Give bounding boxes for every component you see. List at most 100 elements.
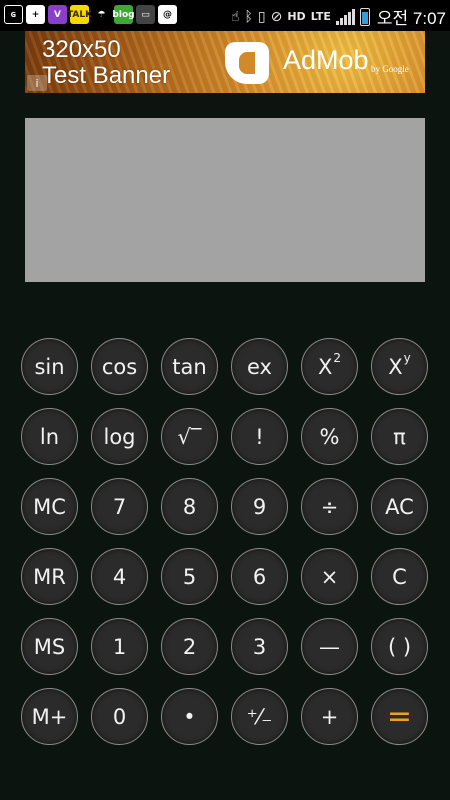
key-2-label: 2 [182,634,197,659]
key-divide-label: ÷ [320,494,339,519]
key-cos[interactable]: cos [91,338,148,395]
plus-icon: + [26,5,45,24]
key-divide[interactable]: ÷ [301,478,358,535]
admob-brand: AdMob [283,45,369,75]
key-4-label: 4 [112,564,127,589]
key-m-plus-label: M+ [31,704,68,729]
key-x-squared-label: X [317,354,333,379]
key-mr-label: MR [33,564,66,589]
key-ac[interactable]: AC [371,478,428,535]
key-ln[interactable]: ln [21,408,78,465]
ad-line-1: 320x50 [42,36,121,63]
key-multiply-label: × [320,564,339,589]
key-6-label: 6 [252,564,267,589]
key-4[interactable]: 4 [91,548,148,605]
key-factorial-label: ! [255,424,264,449]
keypad: sin cos tan ex X 2 Xy ln log √‾!% π MC 7 8 9 ÷ AC MR 4 5 6 × C… [21,338,430,745]
key-1[interactable]: 1 [91,618,148,675]
key-parentheses-label: ( ) [387,634,412,659]
v-app-icon: V [48,5,67,24]
bluetooth-icon: ᛒ [244,8,253,25]
ad-text: 320x50 Test Banner [42,37,170,89]
key-equals[interactable]: = [371,688,428,745]
key-multiply[interactable]: × [301,548,358,605]
key-factorial[interactable]: ! [231,408,288,465]
status-bar: ɢ + V TALK ☂ blog ▭ @ ☝ ᛒ ▯ ⊘ HD LTE 오전 7:07 [0,0,450,31]
key-5-label: 5 [182,564,197,589]
key-parentheses[interactable]: ( ) [371,618,428,675]
key-cos-label: cos [101,354,138,379]
key-equals-label: = [386,699,413,734]
key-plus-label: + [320,704,339,729]
key-sqrt[interactable]: √‾ [161,408,218,465]
signal-icon [335,8,355,25]
key-9[interactable]: 9 [231,478,288,535]
ad-banner[interactable]: 320x50 Test Banner AdMob by Google i [25,31,425,93]
key-ac-label: AC [385,494,414,519]
ad-info-icon[interactable]: i [27,75,47,91]
key-m-plus[interactable]: M+ [21,688,78,745]
key-ms[interactable]: MS [21,618,78,675]
key-percent-label: % [319,424,340,449]
key-x-power-y-label: X [388,354,403,379]
talk-icon: TALK [67,5,92,24]
key-0[interactable]: 0 [91,688,148,745]
key-6[interactable]: 6 [231,548,288,605]
clock: 오전 7:07 [376,9,446,28]
key-plus-minus-label: ⁺⁄₋ [246,704,273,729]
key-tan-label: tan [172,354,207,379]
mute-icon: ⊘ [270,8,283,25]
key-x-power-y[interactable]: Xy [371,338,428,395]
key-5[interactable]: 5 [161,548,218,605]
key-3[interactable]: 3 [231,618,288,675]
key-sin[interactable]: sin [21,338,78,395]
key-decimal-label: • [183,704,196,729]
key-mc[interactable]: MC [21,478,78,535]
key-3-label: 3 [252,634,267,659]
key-tan[interactable]: tan [161,338,218,395]
key-ex-label: ex [247,354,272,379]
key-2[interactable]: 2 [161,618,218,675]
weather-icon: ☂ [92,5,111,24]
key-decimal[interactable]: • [161,688,218,745]
admob-logo-icon [225,42,269,84]
key-7[interactable]: 7 [91,478,148,535]
key-0-label: 0 [112,704,127,729]
key-1-label: 1 [112,634,127,659]
key-7-label: 7 [112,494,127,519]
ad-line-2: Test Banner [42,62,171,89]
key-percent[interactable]: % [301,408,358,465]
key-c[interactable]: C [371,548,428,605]
key-x-squared-exponent: 2 [333,350,342,365]
key-plus-minus[interactable]: ⁺⁄₋ [231,688,288,745]
key-log[interactable]: log [91,408,148,465]
network-type: LTE [310,10,331,23]
hd-icon: HD [287,10,306,23]
key-sin-label: sin [34,354,65,379]
at-icon: @ [158,5,177,24]
g-app-icon: ɢ [4,5,23,24]
key-minus-label: — [319,634,340,659]
calculator-display [25,118,425,282]
system-icons: ☝ ᛒ ▯ ⊘ HD LTE 오전 7:07 [231,4,446,29]
gallery-icon: ▭ [136,5,155,24]
key-ex[interactable]: ex [231,338,288,395]
notification-icons: ɢ + V TALK ☂ blog ▭ @ [4,5,177,24]
key-plus[interactable]: + [301,688,358,745]
key-pi-label: π [393,424,406,449]
vibrate-icon: ▯ [257,8,266,25]
key-c-label: C [392,564,407,589]
key-pi[interactable]: π [371,408,428,465]
key-x-squared[interactable]: X2 [301,338,358,395]
key-mr[interactable]: MR [21,548,78,605]
key-sqrt-label: √‾ [177,424,202,449]
key-log-label: log [103,424,136,449]
touch-icon: ☝ [230,8,240,25]
key-minus[interactable]: — [301,618,358,675]
battery-icon [359,7,370,26]
key-ms-label: MS [33,634,66,659]
key-x-power-y-exponent: y [403,350,411,365]
key-8-label: 8 [182,494,197,519]
key-8[interactable]: 8 [161,478,218,535]
key-9-label: 9 [252,494,267,519]
